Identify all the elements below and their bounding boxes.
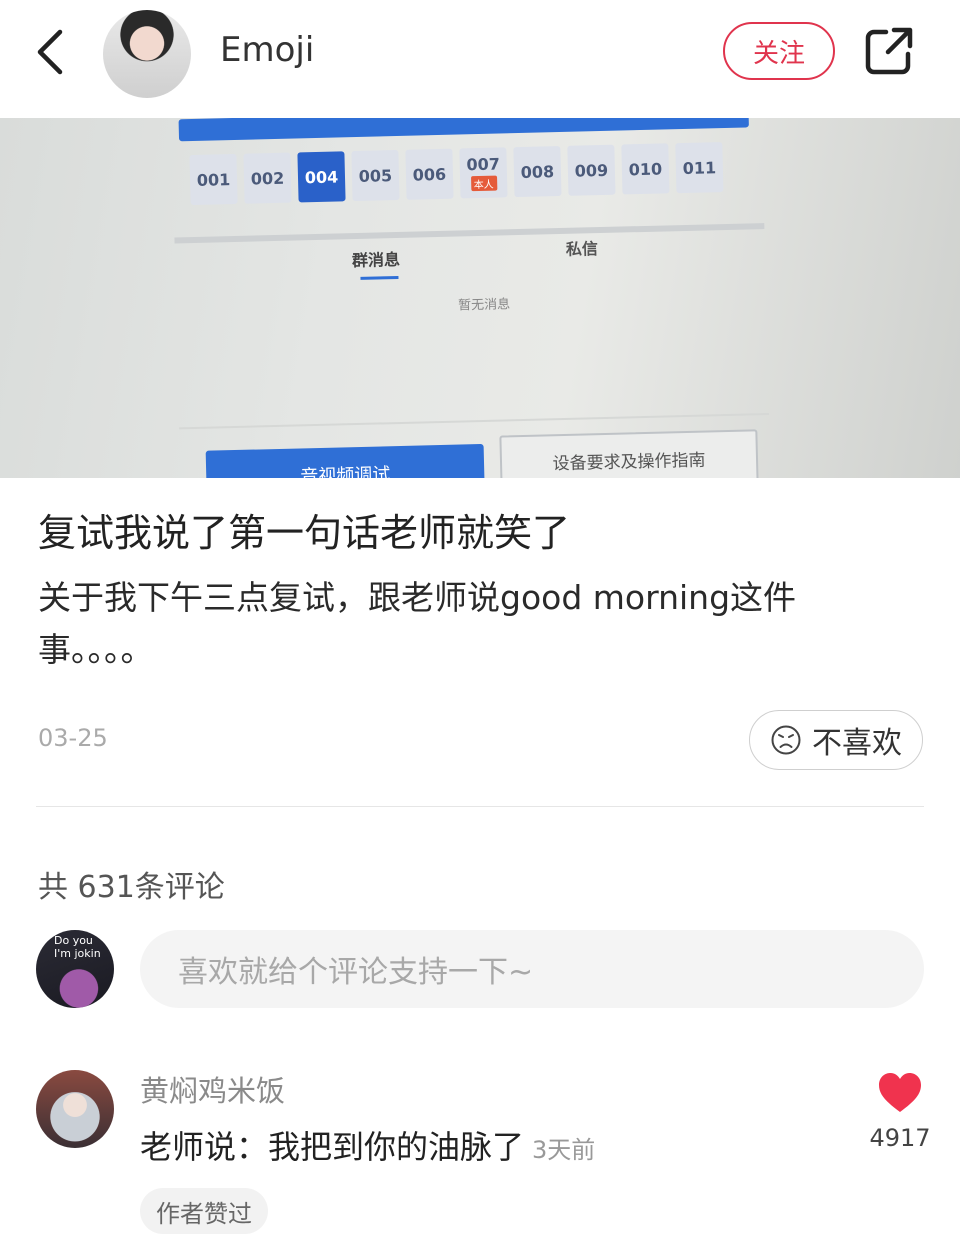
screen-blue-bar <box>178 118 749 142</box>
screen-tab-group-messages: 群消息 <box>351 249 401 271</box>
screen-empty-message: 暂无消息 <box>458 297 511 314</box>
seat-list: 001 002 004 005 006 007 本人 008 009 010 011 <box>189 142 724 206</box>
screen-seat-006: 006 <box>405 148 454 200</box>
screen-seat-label: 002 <box>250 168 285 189</box>
follow-button[interactable]: 关注 <box>723 22 835 80</box>
back-arrow-icon[interactable] <box>30 26 74 78</box>
screen-seat-008: 008 <box>513 145 562 198</box>
screen-seat-009: 009 <box>567 144 616 196</box>
screen-seat-005: 005 <box>351 149 400 202</box>
post-body: 关于我下午三点复试，跟老师说good morning这件事。。。。 <box>38 578 797 669</box>
screen-tab-private: 私信 <box>565 239 599 259</box>
screen-av-debug-button: 音视频调试 <box>205 443 486 478</box>
screen-seat-010: 010 <box>621 143 670 195</box>
screen-seat-tag: 本人 <box>470 175 497 192</box>
screen-seat-011: 011 <box>675 142 724 194</box>
screen-seat-label: 001 <box>196 169 231 190</box>
screen-seat-004: 004 <box>297 151 346 203</box>
heart-icon[interactable] <box>877 1072 923 1114</box>
share-icon[interactable] <box>864 26 914 76</box>
screen-seat-label: 004 <box>304 166 339 187</box>
screen-seat-label: 009 <box>574 160 609 181</box>
like-count: 4917 <box>869 1124 931 1152</box>
screen-divider <box>174 223 765 244</box>
author-liked-badge: 作者赞过 <box>140 1188 268 1234</box>
sad-face-icon <box>771 725 801 755</box>
screen-seat-001: 001 <box>189 153 238 206</box>
comment-body: 老师说：我把到你的油脉了 <box>140 1128 525 1166</box>
comment-input[interactable]: 喜欢就给个评论支持一下~ <box>140 930 924 1008</box>
comment-time: 3天前 <box>532 1136 596 1164</box>
commenter-name[interactable]: 黄焖鸡米饭 <box>140 1068 285 1110</box>
screen-seat-label: 007 <box>466 154 501 175</box>
my-avatar: Do you I'm jokin <box>36 930 114 1008</box>
comment-text[interactable]: 老师说：我把到你的油脉了 3天前 <box>140 1122 595 1168</box>
top-bar: Emoji 关注 <box>0 0 960 110</box>
dislike-label: 不喜欢 <box>812 726 902 761</box>
post-date: 03-25 <box>38 724 108 752</box>
post-title: 复试我说了第一句话老师就笑了 <box>38 511 571 555</box>
screen-guide-button: 设备要求及操作指南 <box>499 429 759 478</box>
screen-seat-label: 005 <box>358 165 393 186</box>
screen-tab-underline <box>360 275 399 280</box>
screen-divider-2 <box>179 412 769 430</box>
comment-count: 共 631条评论 <box>38 870 225 905</box>
section-divider <box>36 806 924 807</box>
author-avatar[interactable] <box>103 10 191 98</box>
post-image[interactable]: 001 002 004 005 006 007 本人 008 009 010 011 群消息 私信 … <box>0 118 960 478</box>
screen-seat-007: 007 本人 <box>459 147 508 199</box>
author-name[interactable]: Emoji <box>220 30 314 70</box>
dislike-button[interactable]: 不喜欢 <box>749 710 923 770</box>
screen-seat-label: 008 <box>520 161 555 182</box>
commenter-avatar[interactable] <box>36 1070 114 1148</box>
screen-seat-label: 011 <box>682 157 717 178</box>
my-avatar-text: Do you I'm jokin <box>54 934 101 960</box>
screen-seat-002: 002 <box>243 152 292 204</box>
screen-seat-label: 006 <box>412 164 447 185</box>
screen-seat-label: 010 <box>628 159 663 179</box>
